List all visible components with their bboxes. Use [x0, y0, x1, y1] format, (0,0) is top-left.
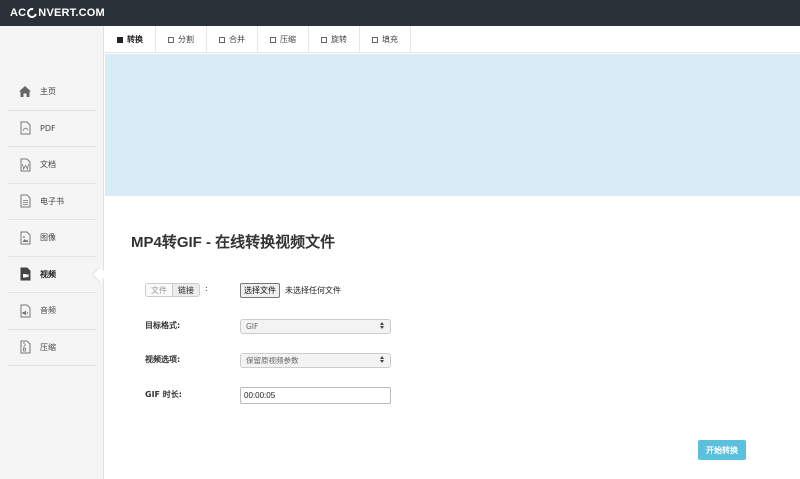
logo-text-right: NVERT.COM — [38, 7, 105, 19]
sidebar-item-label: 文档 — [40, 160, 56, 170]
top-bar: AC NVERT.COM — [0, 0, 800, 26]
pdf-file-icon — [18, 121, 32, 135]
tab-fill[interactable]: 填充 — [360, 26, 411, 53]
sidebar-item-label: 电子书 — [40, 196, 64, 206]
tab-label: 压缩 — [280, 35, 296, 44]
select-value: GIF — [246, 322, 259, 331]
checkbox-icon — [168, 36, 174, 43]
sidebar-item-home[interactable]: 主页 — [8, 74, 96, 111]
sidebar-item-archive[interactable]: 压缩 — [8, 330, 96, 366]
tab-label: 填充 — [382, 35, 398, 44]
tab-label: 分割 — [178, 35, 194, 44]
sidebar-item-document[interactable]: 文档 — [8, 147, 96, 184]
sidebar-item-label: 主页 — [40, 87, 56, 97]
sidebar-item-ebook[interactable]: 电子书 — [8, 184, 96, 220]
sidebar-nav: 主页 PDF 文档 电子书 图像 视频 音频 压缩 — [8, 74, 96, 366]
sidebar-item-label: 压缩 — [40, 342, 56, 352]
audio-file-icon — [18, 304, 32, 318]
source-link-option[interactable]: 链接 — [172, 284, 199, 296]
tab-merge[interactable]: 合并 — [207, 26, 258, 53]
archive-file-icon — [18, 340, 32, 354]
sidebar-item-video[interactable]: 视频 — [8, 257, 96, 293]
tab-label: 转换 — [127, 35, 143, 44]
page-title: MP4转GIF - 在线转换视频文件 — [131, 234, 336, 251]
choose-file-button[interactable]: 选择文件 — [240, 283, 280, 298]
sidebar: 主页 PDF 文档 电子书 图像 视频 音频 压缩 — [0, 26, 104, 479]
tab-label: 旋转 — [331, 35, 347, 44]
image-file-icon — [18, 231, 32, 245]
banner-area — [105, 54, 800, 196]
checkbox-icon — [372, 36, 378, 43]
word-file-icon — [18, 158, 32, 172]
tool-tabs: 转换 分割 合并 压缩 旋转 填充 — [105, 26, 800, 53]
home-icon — [18, 85, 32, 99]
tab-split[interactable]: 分割 — [156, 26, 207, 53]
gif-duration-label: GIF 时长: — [145, 390, 182, 399]
source-toggle: 文件 链接 — [145, 283, 200, 297]
select-value: 保留原视频参数 — [246, 356, 299, 365]
checkbox-icon — [321, 36, 327, 43]
sidebar-item-label: 图像 — [40, 233, 56, 243]
tab-rotate[interactable]: 旋转 — [309, 26, 360, 53]
select-arrows-icon — [380, 356, 384, 363]
site-logo[interactable]: AC NVERT.COM — [10, 6, 105, 20]
tab-convert[interactable]: 转换 — [105, 26, 156, 53]
checkbox-icon — [219, 36, 225, 43]
video-file-icon — [18, 267, 32, 281]
logo-text-left: AC — [10, 7, 27, 19]
checkbox-icon — [117, 36, 123, 43]
sidebar-item-audio[interactable]: 音频 — [8, 293, 96, 330]
file-status-text: 未选择任何文件 — [285, 286, 341, 295]
ebook-file-icon — [18, 194, 32, 208]
tab-label: 合并 — [229, 35, 245, 44]
source-colon: : — [205, 284, 208, 293]
checkbox-icon — [270, 36, 276, 43]
tab-compress[interactable]: 压缩 — [258, 26, 309, 53]
video-options-label: 视频选项: — [145, 355, 181, 364]
gif-duration-input[interactable] — [240, 387, 391, 404]
logo-ring-icon — [25, 6, 40, 20]
target-format-select[interactable]: GIF — [240, 319, 391, 334]
video-options-select[interactable]: 保留原视频参数 — [240, 353, 391, 368]
sidebar-item-label: 音频 — [40, 306, 56, 316]
select-arrows-icon — [380, 322, 384, 329]
sidebar-item-label: PDF — [40, 123, 56, 133]
source-file-option[interactable]: 文件 — [146, 284, 172, 296]
start-convert-button[interactable]: 开始转换 — [698, 440, 746, 460]
sidebar-item-label: 视频 — [40, 269, 56, 279]
sidebar-item-image[interactable]: 图像 — [8, 220, 96, 257]
sidebar-item-pdf[interactable]: PDF — [8, 111, 96, 147]
target-format-label: 目标格式: — [145, 321, 181, 330]
